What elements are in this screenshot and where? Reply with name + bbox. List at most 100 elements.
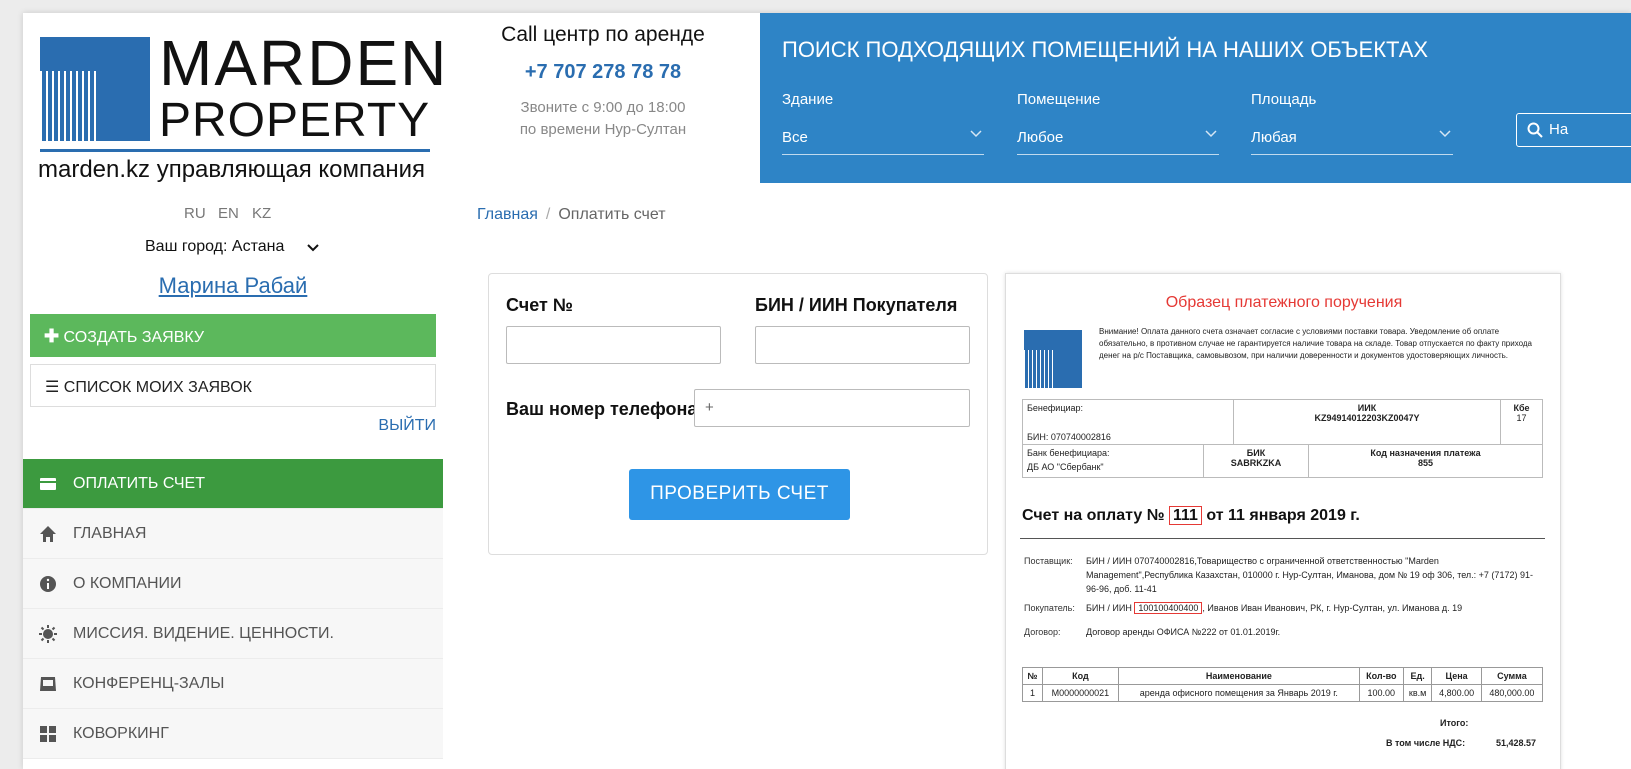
buyer-prefix: БИН / ИИН — [1086, 603, 1132, 613]
bik-value: SABRKZKA — [1230, 458, 1282, 468]
buyer-value: БИН / ИИН 100100400400, Иванов Иван Иван… — [1086, 601, 1546, 615]
menu-item-mission[interactable]: МИССИЯ. ВИДЕНИЕ. ЦЕННОСТИ. — [23, 609, 443, 659]
area-label: Площадь — [1251, 91, 1317, 108]
info-icon — [40, 576, 56, 592]
invoice-heading: Счет на оплату № 111 от 11 января 2019 г… — [1022, 506, 1360, 525]
chevron-down-icon — [970, 130, 982, 138]
company-logo-icon — [1024, 330, 1082, 388]
buyer-bin-input[interactable] — [755, 326, 970, 364]
chevron-down-icon — [1439, 130, 1451, 138]
bank-label: Банк бенефициара: — [1027, 448, 1110, 458]
check-invoice-button[interactable]: ПРОВЕРИТЬ СЧЕТ — [629, 469, 850, 520]
iik-value: KZ94914012203KZ0047Y — [1314, 413, 1420, 423]
menu-item-home[interactable]: ГЛАВНАЯ — [23, 509, 443, 559]
menu-item-pay-invoice[interactable]: ОПЛАТИТЬ СЧЕТ — [23, 459, 443, 509]
building-select-value: Все — [782, 129, 808, 146]
breadcrumb-separator: / — [545, 206, 551, 223]
knp-cell: Код назначения платежа 855 — [1308, 444, 1543, 478]
col-qty: Кол-во — [1358, 667, 1404, 685]
grid-icon — [40, 726, 56, 742]
buyer-bin-label: БИН / ИИН Покупателя — [755, 295, 958, 315]
building-select[interactable]: Все — [782, 123, 984, 155]
beneficiary-bin: БИН: 070740002816 — [1027, 432, 1111, 442]
bank-value: ДБ АО "Сбербанк" — [1027, 462, 1104, 472]
menu-item-coworking[interactable]: КОВОРКИНГ — [23, 709, 443, 759]
heading-rule — [1020, 538, 1545, 539]
menu-item-conference-halls[interactable]: КОНФЕРЕНЦ-ЗАЛЫ — [23, 659, 443, 709]
col-name: Наименование — [1117, 667, 1360, 685]
breadcrumb-home[interactable]: Главная — [477, 206, 538, 223]
kbe-label: Кбе — [1513, 403, 1530, 413]
col-num: № — [1021, 667, 1044, 685]
lang-kz[interactable]: KZ — [252, 205, 271, 222]
page: MARDEN PROPERTY marden.kz управляющая ко… — [23, 13, 1631, 769]
total-label: Итого: — [1440, 718, 1469, 728]
buyer-suffix: , Иванов Иван Иванович, РК, г. Нур-Султа… — [1202, 603, 1463, 613]
bik-cell: БИК SABRKZKA — [1203, 444, 1309, 478]
logo-tagline: marden.kz управляющая компания — [38, 156, 425, 183]
invoice-warning: Внимание! Оплата данного счета означает … — [1099, 327, 1532, 360]
col-price: Цена — [1431, 667, 1482, 685]
cell-qty: 100.00 — [1358, 684, 1404, 702]
city-select[interactable]: Ваш город: Астана — [145, 238, 284, 256]
sun-icon — [39, 625, 57, 643]
building-label: Здание — [782, 91, 834, 108]
bank-cell: Банк бенефициара: ДБ АО "Сбербанк" — [1022, 444, 1204, 478]
cell-num: 1 — [1021, 684, 1044, 702]
logout-link[interactable]: ВЫЙТИ — [363, 417, 436, 435]
search-button[interactable]: На — [1516, 113, 1631, 147]
lang-ru[interactable]: RU — [184, 205, 206, 222]
cell-price: 4,800.00 — [1431, 684, 1482, 702]
vat-value: 51,428.57 — [1496, 738, 1537, 748]
menu-item-label: ОПЛАТИТЬ СЧЕТ — [73, 475, 205, 492]
menu-item-label: ГЛАВНАЯ — [73, 525, 147, 542]
inbox-icon — [40, 677, 56, 691]
area-select[interactable]: Любая — [1251, 123, 1453, 155]
menu-item-label: МИССИЯ. ВИДЕНИЕ. ЦЕННОСТИ. — [73, 625, 334, 642]
invoice-number-label: Счет № — [506, 295, 573, 315]
call-center-hours: Звоните с 9:00 до 18:00 по времени Нур-С… — [473, 97, 733, 141]
supplier-label: Поставщик: — [1024, 556, 1073, 566]
invoice-heading-suffix: от 11 января 2019 г. — [1206, 507, 1360, 524]
card-icon — [40, 478, 56, 490]
logo-word-property[interactable]: PROPERTY — [159, 97, 430, 145]
contract-value: Договор аренды ОФИСА №222 от 01.01.2019г… — [1086, 627, 1281, 637]
call-center-hours-line2: по времени Нур-Султан — [519, 121, 687, 138]
logo-building-icon[interactable] — [40, 37, 150, 141]
call-center-phone[interactable]: +7 707 278 78 78 — [473, 61, 733, 84]
contract-label: Договор: — [1024, 627, 1061, 637]
call-center-hours-line1: Звоните с 9:00 до 18:00 — [520, 99, 686, 116]
invoice-number-input[interactable] — [506, 326, 721, 364]
chevron-down-icon[interactable] — [307, 243, 319, 253]
iik-cell: ИИК KZ94914012203KZ0047Y — [1233, 399, 1501, 445]
logo-word-marden[interactable]: MARDEN — [159, 31, 448, 95]
my-requests-button[interactable]: ☰ СПИСОК МОИХ ЗАЯВОК — [30, 364, 436, 407]
cell-code: М0000000021 — [1042, 684, 1119, 702]
cell-sum: 480,000.00 — [1480, 684, 1544, 702]
plus-icon: ✚ — [44, 326, 60, 346]
logo-divider — [40, 149, 430, 152]
buyer-label: Покупатель: — [1024, 603, 1075, 613]
invoice-check-form: Счет № БИН / ИИН Покупателя Ваш номер те… — [488, 273, 988, 555]
search-button-label: На — [1549, 121, 1569, 138]
invoice-sample: Образец платежного поручения Внимание! О… — [1005, 273, 1561, 769]
table-header-row: № Код Наименование Кол-во Ед. Цена Сумма — [1021, 667, 1544, 685]
phone-input[interactable]: + — [694, 389, 970, 427]
cell-name: аренда офисного помещения за Январь 2019… — [1117, 684, 1360, 702]
menu-item-about[interactable]: О КОМПАНИИ — [23, 559, 443, 609]
cell-unit: кв.м — [1402, 684, 1433, 702]
room-select-value: Любое — [1017, 129, 1064, 146]
user-name-link[interactable]: Марина Рабай — [23, 273, 443, 299]
lang-en[interactable]: EN — [218, 205, 239, 222]
create-request-button[interactable]: ✚ СОЗДАТЬ ЗАЯВКУ — [30, 314, 436, 357]
kbe-cell: Кбе 17 — [1500, 399, 1543, 445]
invoice-sample-title: Образец платежного поручения — [1165, 294, 1403, 311]
home-icon — [40, 526, 56, 542]
menu-item-label: О КОМПАНИИ — [73, 575, 182, 592]
chevron-down-icon — [1205, 130, 1217, 138]
room-select[interactable]: Любое — [1017, 123, 1219, 155]
invoice-number-highlight: 111 — [1168, 506, 1202, 525]
bik-label: БИК — [1246, 448, 1266, 458]
vat-label: В том числе НДС: — [1386, 738, 1466, 748]
beneficiary-label: Бенефициар: — [1027, 403, 1084, 413]
